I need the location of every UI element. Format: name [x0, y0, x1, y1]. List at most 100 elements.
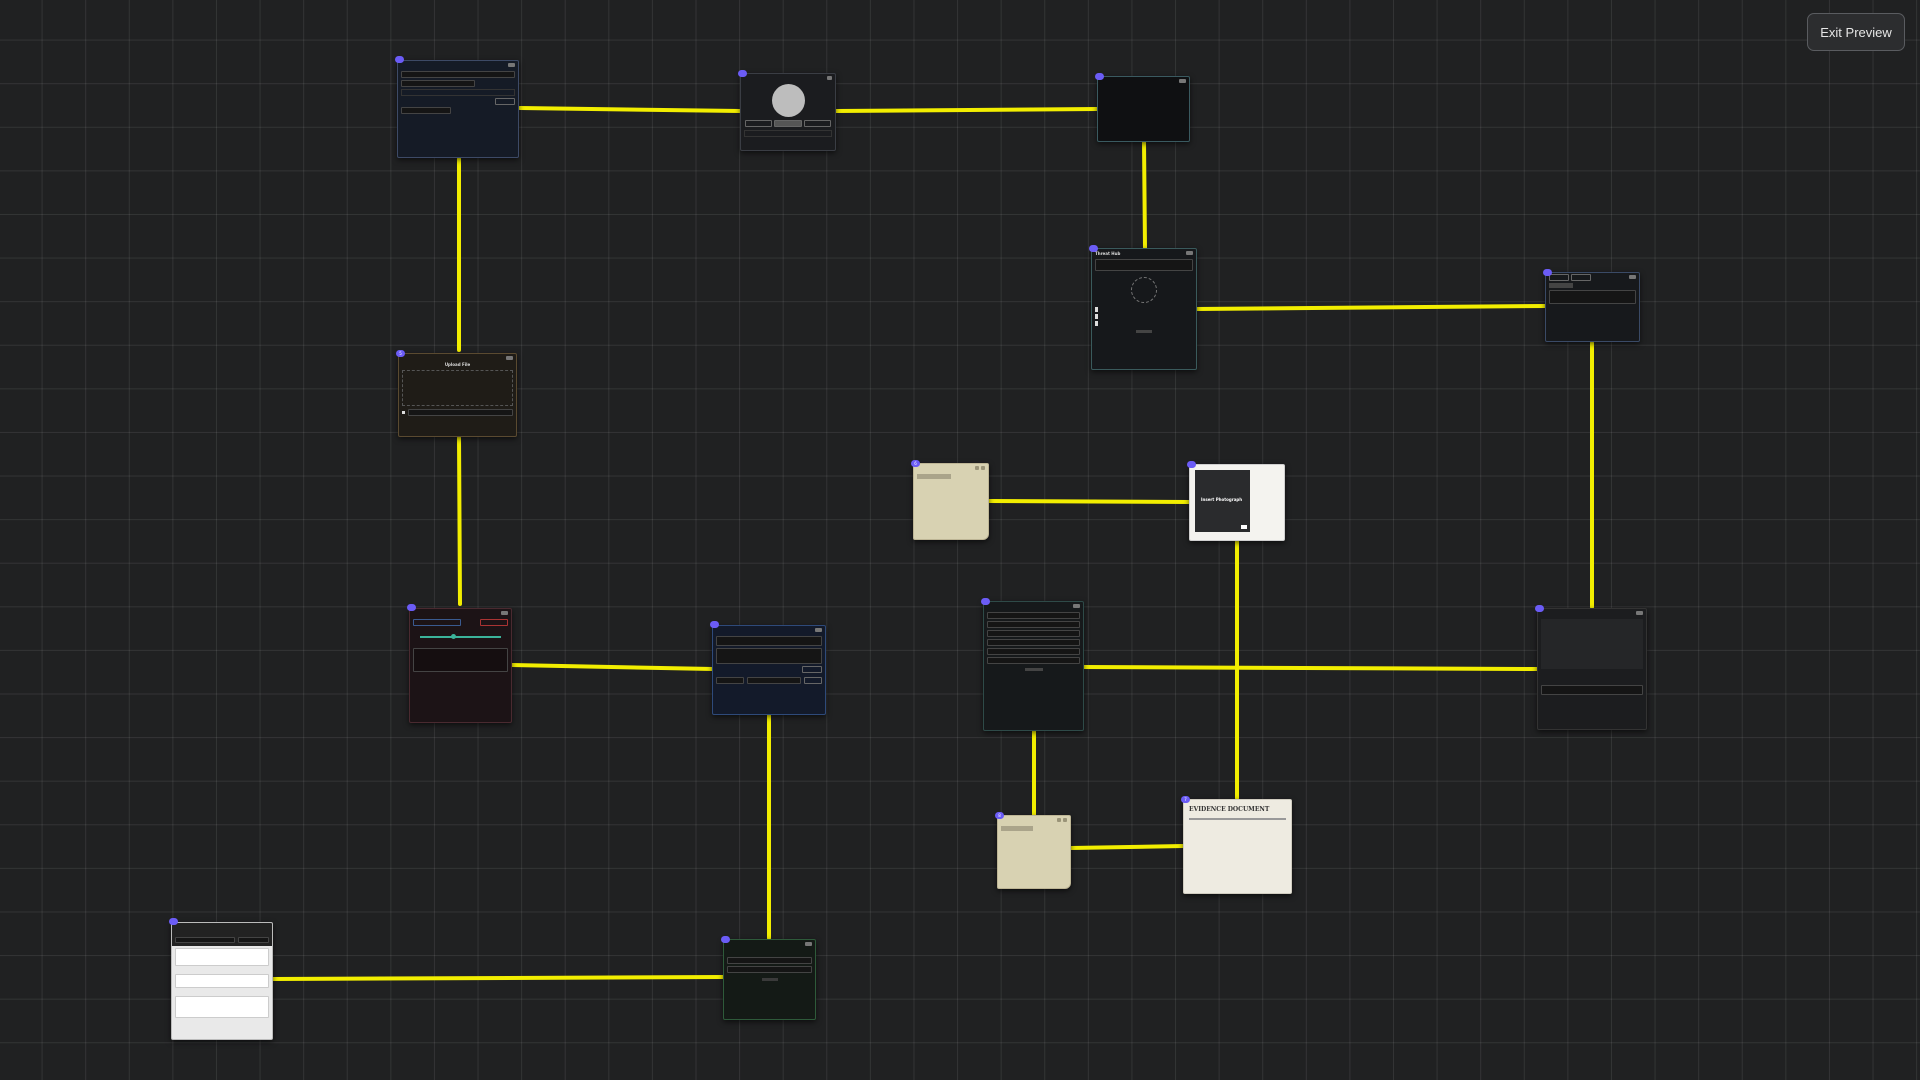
connection-wires [271, 106, 1594, 981]
wire [1194, 304, 1547, 311]
close-icon[interactable] [1179, 79, 1186, 83]
node-button[interactable] [745, 120, 773, 127]
wire [1069, 844, 1185, 850]
upload-file-button[interactable]: Upload File [399, 362, 516, 367]
node-header[interactable] [1538, 609, 1646, 617]
node-input[interactable] [175, 937, 235, 943]
node-input[interactable] [175, 996, 269, 1018]
node-input[interactable] [1095, 259, 1193, 271]
node-header[interactable] [410, 609, 511, 617]
node-slider[interactable] [420, 634, 501, 639]
node-button[interactable] [1241, 525, 1247, 529]
node-upload-file[interactable]: Upload File [398, 353, 517, 437]
node-list-item[interactable] [727, 966, 812, 973]
close-icon[interactable] [508, 63, 515, 67]
node-header[interactable] [914, 464, 988, 472]
node-input[interactable] [401, 71, 515, 78]
node-tab[interactable] [1549, 273, 1569, 281]
node-header[interactable] [998, 816, 1070, 824]
node-list-item[interactable] [727, 957, 812, 964]
node-input[interactable] [716, 648, 822, 664]
node-input[interactable] [1541, 685, 1643, 695]
node-form-panel[interactable] [983, 601, 1084, 731]
threat-hub-title: Threat Hub [1095, 250, 1121, 256]
node-button[interactable] [1136, 330, 1152, 333]
close-icon[interactable] [1186, 251, 1193, 255]
note-tool-icon[interactable] [1057, 818, 1061, 822]
node-header[interactable] [713, 626, 825, 634]
node-button[interactable] [804, 677, 822, 684]
node-header[interactable] [724, 940, 815, 948]
node-form-field[interactable] [987, 639, 1080, 646]
wire [518, 106, 742, 113]
node-button[interactable] [774, 120, 802, 127]
node-panel-green[interactable] [723, 939, 816, 1020]
node-panel-top-right[interactable] [1545, 272, 1640, 342]
node-tab[interactable] [1571, 273, 1591, 281]
node-empty-panel[interactable] [1097, 76, 1190, 142]
close-icon[interactable] [1073, 604, 1080, 608]
node-header[interactable] [399, 354, 516, 362]
node-header[interactable] [984, 602, 1083, 610]
node-button[interactable] [495, 98, 515, 105]
node-status [480, 619, 508, 626]
node-header[interactable] [398, 61, 518, 69]
node-button[interactable] [1024, 668, 1043, 671]
node-badge [1089, 245, 1098, 252]
sticky-note-top[interactable] [913, 463, 989, 540]
node-input[interactable] [413, 648, 508, 672]
node-input[interactable] [747, 677, 801, 684]
node-evidence-document[interactable]: EVIDENCE DOCUMENT [1183, 799, 1292, 894]
node-header[interactable] [1546, 273, 1639, 281]
node-input[interactable] [716, 677, 744, 684]
slider-handle[interactable] [450, 634, 456, 639]
node-input[interactable] [175, 974, 269, 988]
node-panel-top-left[interactable] [397, 60, 519, 158]
node-form-field[interactable] [987, 621, 1080, 628]
node-input[interactable] [401, 107, 451, 114]
node-panel-blue[interactable] [712, 625, 826, 715]
node-input[interactable] [401, 80, 475, 87]
node-button[interactable] [802, 666, 822, 673]
close-icon[interactable] [815, 628, 822, 632]
node-form-field[interactable] [987, 630, 1080, 637]
node-badge [710, 621, 719, 628]
evidence-document-title: EVIDENCE DOCUMENT [1189, 806, 1270, 813]
node-badge [1535, 605, 1544, 612]
node-form-field[interactable] [987, 657, 1080, 664]
node-input[interactable] [716, 636, 822, 646]
node-input[interactable] [408, 409, 513, 416]
node-panel-light[interactable] [171, 922, 273, 1040]
node-photo-card[interactable]: Insert Photograph [1189, 464, 1285, 541]
node-header[interactable] [172, 923, 272, 946]
node-tab[interactable] [413, 619, 461, 626]
node-form-field[interactable] [987, 648, 1080, 655]
node-input[interactable] [175, 948, 269, 966]
node-button[interactable] [761, 978, 778, 981]
exit-preview-button[interactable]: Exit Preview [1807, 13, 1905, 51]
node-checkbox[interactable] [402, 411, 405, 414]
close-icon[interactable] [501, 611, 508, 615]
upload-drop-zone[interactable] [402, 370, 513, 406]
node-form-field[interactable] [987, 612, 1080, 619]
node-badge: 6 [911, 460, 920, 467]
node-header[interactable] [1098, 77, 1189, 85]
note-tool-icon[interactable] [975, 466, 979, 470]
sticky-note-bottom[interactable] [997, 815, 1071, 889]
node-panel-red[interactable] [409, 608, 512, 723]
node-header[interactable]: Threat Hub [1092, 249, 1196, 257]
close-icon[interactable] [805, 942, 812, 946]
close-icon[interactable] [1636, 611, 1643, 615]
node-threat-hub[interactable]: Threat Hub [1091, 248, 1197, 370]
node-input[interactable] [238, 937, 269, 943]
close-icon[interactable] [1063, 818, 1067, 822]
close-icon[interactable] [827, 76, 832, 80]
node-avatar-panel[interactable] [740, 73, 836, 151]
node-input[interactable] [1549, 290, 1636, 304]
close-icon[interactable] [981, 466, 985, 470]
close-icon[interactable] [1629, 275, 1636, 279]
node-panel-right-bottom[interactable] [1537, 608, 1647, 730]
close-icon[interactable] [506, 356, 513, 360]
node-button[interactable] [803, 120, 831, 127]
node-header[interactable] [741, 74, 835, 82]
